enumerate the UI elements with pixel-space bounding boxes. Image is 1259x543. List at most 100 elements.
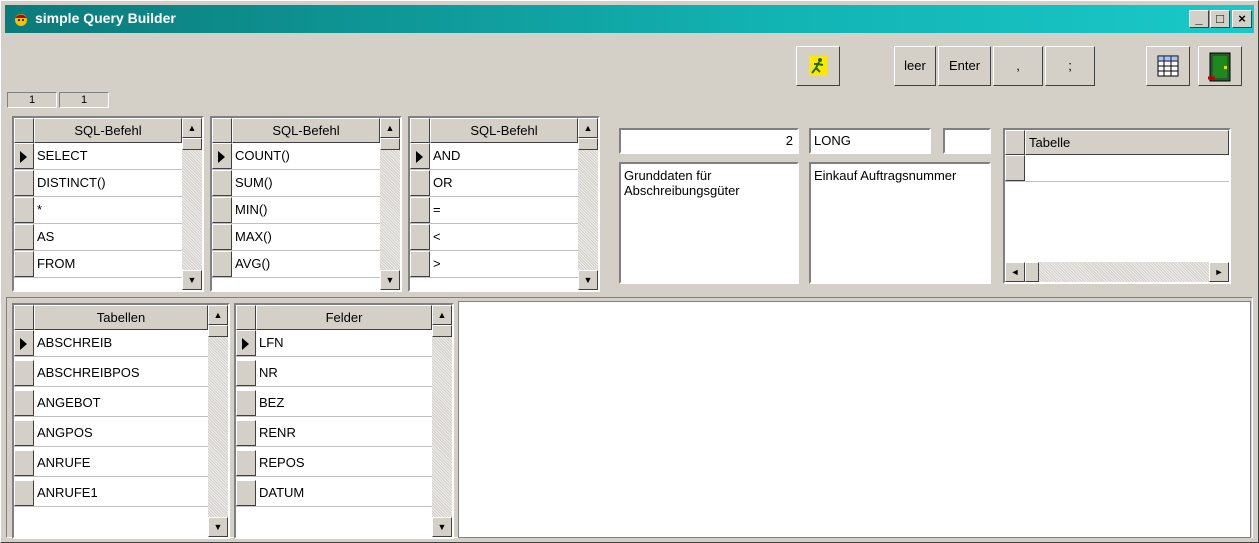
type-field[interactable]: LONG [809,128,931,154]
row-indicator[interactable] [410,197,430,223]
extra-field[interactable] [943,128,991,154]
list-item[interactable]: SELECT [34,143,182,169]
scroll-right-button[interactable]: ► [1209,262,1229,282]
row-indicator[interactable] [212,143,232,169]
list-item[interactable]: DISTINCT() [34,170,182,196]
row-indicator[interactable] [212,197,232,223]
table-row[interactable]: RENR [256,420,432,446]
leer-button[interactable]: leer [894,46,936,86]
row-indicator[interactable] [14,390,34,416]
table-row[interactable]: REPOS [256,450,432,476]
sql-grid-select[interactable]: SQL-Befehl SELECT DISTINCT() * AS FROM ▲… [12,116,204,292]
row-indicator[interactable] [14,197,34,223]
scroll-left-button[interactable]: ◄ [1005,262,1025,282]
row-indicator[interactable] [14,480,34,506]
row-indicator[interactable] [14,330,34,356]
row-indicator[interactable] [410,224,430,250]
scroll-thumb[interactable] [380,138,400,150]
list-item[interactable]: OR [430,170,578,196]
table-row[interactable]: ABSCHREIB [34,330,208,356]
query-text-area[interactable] [458,301,1251,538]
scroll-up-button[interactable]: ▲ [182,118,202,138]
row-indicator[interactable] [212,251,232,277]
row-indicator[interactable] [410,251,430,277]
tabelle-grid[interactable]: Tabelle ◄ ► [1003,128,1231,284]
scroll-up-button[interactable]: ▲ [380,118,400,138]
vertical-scrollbar[interactable]: ▲ ▼ [182,118,202,290]
row-indicator[interactable] [410,143,430,169]
number-field[interactable]: 2 [619,128,799,154]
scroll-down-button[interactable]: ▼ [432,517,452,537]
list-item[interactable]: AND [430,143,578,169]
column-header[interactable]: Tabellen [34,305,208,330]
vertical-scrollbar[interactable]: ▲ ▼ [432,305,452,537]
table-row[interactable]: LFN [256,330,432,356]
row-indicator[interactable] [410,170,430,196]
scroll-down-button[interactable]: ▼ [380,270,400,290]
title-bar[interactable]: simple Query Builder _ □ × [5,5,1254,33]
scroll-up-button[interactable]: ▲ [432,305,452,325]
scroll-up-button[interactable]: ▲ [578,118,598,138]
column-header[interactable]: Felder [256,305,432,330]
run-query-button[interactable] [796,46,840,86]
column-header[interactable]: SQL-Befehl [232,118,380,143]
exit-button[interactable] [1198,46,1242,86]
row-indicator[interactable] [236,420,256,446]
scroll-up-button[interactable]: ▲ [208,305,228,325]
vertical-scrollbar[interactable]: ▲ ▼ [208,305,228,537]
row-indicator[interactable] [14,224,34,250]
sql-grid-operators[interactable]: SQL-Befehl AND OR = < > ▲ ▼ [408,116,600,292]
scroll-down-button[interactable]: ▼ [208,517,228,537]
row-indicator[interactable] [236,450,256,476]
list-item[interactable]: FROM [34,251,182,277]
table-row[interactable]: NR [256,360,432,386]
scroll-thumb[interactable] [432,325,452,337]
close-button[interactable]: × [1232,10,1252,28]
column-header[interactable]: Tabelle [1025,130,1229,155]
row-indicator[interactable] [14,360,34,386]
scroll-down-button[interactable]: ▼ [182,270,202,290]
scroll-thumb[interactable] [182,138,202,150]
list-item[interactable]: MAX() [232,224,380,250]
maximize-button[interactable]: □ [1210,10,1230,28]
table-row[interactable]: ANRUFE1 [34,480,208,506]
table-view-button[interactable] [1146,46,1190,86]
row-indicator[interactable] [212,170,232,196]
row-indicator[interactable] [14,143,34,169]
list-item[interactable]: * [34,197,182,223]
list-item[interactable]: SUM() [232,170,380,196]
table-row[interactable]: DATUM [256,480,432,506]
description-memo[interactable]: Grunddaten für Abschreibungsgüter [619,162,799,284]
vertical-scrollbar[interactable]: ▲ ▼ [578,118,598,290]
table-row[interactable]: ABSCHREIBPOS [34,360,208,386]
row-indicator[interactable] [236,480,256,506]
vertical-scrollbar[interactable]: ▲ ▼ [380,118,400,290]
column-header[interactable]: SQL-Befehl [430,118,578,143]
scroll-thumb[interactable] [578,138,598,150]
list-item[interactable]: < [430,224,578,250]
table-row[interactable]: BEZ [256,390,432,416]
row-indicator[interactable] [14,251,34,277]
list-item[interactable]: AS [34,224,182,250]
row-indicator[interactable] [14,420,34,446]
field-description-memo[interactable]: Einkauf Auftragsnummer [809,162,991,284]
column-header[interactable]: SQL-Befehl [34,118,182,143]
row-indicator[interactable] [236,330,256,356]
scroll-down-button[interactable]: ▼ [578,270,598,290]
scroll-thumb[interactable] [208,325,228,337]
list-item[interactable]: = [430,197,578,223]
row-indicator[interactable] [14,450,34,476]
row-indicator[interactable] [1005,155,1025,181]
table-row[interactable]: ANGPOS [34,420,208,446]
comma-button[interactable]: , [993,46,1043,86]
row-indicator[interactable] [14,170,34,196]
table-cell[interactable] [1025,155,1229,181]
list-item[interactable]: > [430,251,578,277]
row-indicator[interactable] [212,224,232,250]
row-indicator[interactable] [236,390,256,416]
semicolon-button[interactable]: ; [1045,46,1095,86]
list-item[interactable]: COUNT() [232,143,380,169]
sql-grid-aggregate[interactable]: SQL-Befehl COUNT() SUM() MIN() MAX() AVG… [210,116,402,292]
table-row[interactable]: ANRUFE [34,450,208,476]
scroll-thumb[interactable] [1025,262,1039,282]
